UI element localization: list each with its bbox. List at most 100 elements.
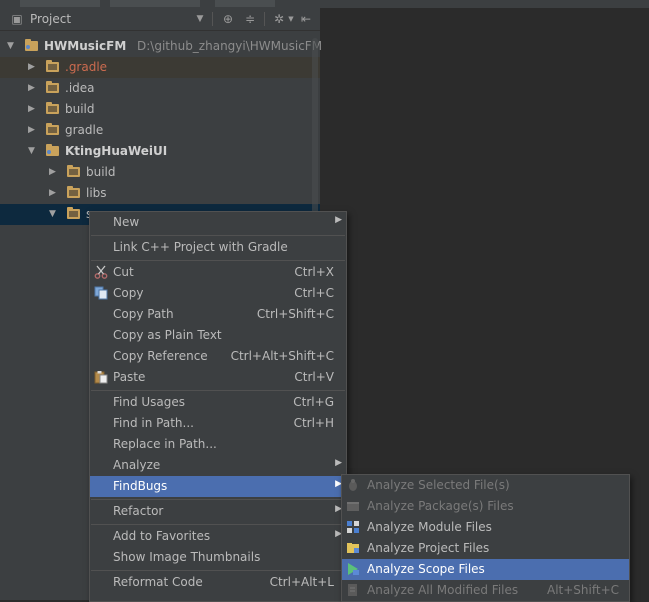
menu-item-shortcut: Ctrl+Alt+Shift+C xyxy=(230,349,334,363)
menu-item-replace-in-path[interactable]: Replace in Path... xyxy=(90,434,346,455)
menu-item-label: Analyze Selected File(s) xyxy=(367,478,510,492)
copy-icon xyxy=(94,286,108,300)
menu-item-copy-path[interactable]: Copy Path Ctrl+Shift+C xyxy=(90,304,346,325)
menu-separator xyxy=(91,390,345,391)
menu-item-label: Copy Reference xyxy=(113,349,208,363)
menu-separator xyxy=(91,524,345,525)
tree-node-idea[interactable]: ▶ .idea xyxy=(0,78,320,99)
menu-item-label: Refactor xyxy=(113,504,164,518)
collapse-all-icon[interactable]: ≑ xyxy=(243,12,257,26)
menu-item-label: Analyze xyxy=(113,458,161,472)
menu-item-cut[interactable]: Cut Ctrl+X xyxy=(90,262,346,283)
expand-arrow-closed-icon[interactable]: ▶ xyxy=(49,186,59,200)
menu-item-copy-reference[interactable]: Copy Reference Ctrl+Alt+Shift+C xyxy=(90,346,346,367)
menu-item-shortcut: Ctrl+H xyxy=(293,416,334,430)
menu-item-analyze-module-files[interactable]: Analyze Module Files xyxy=(342,517,629,538)
menu-item-label: Find in Path... xyxy=(113,416,194,430)
expand-arrow-closed-icon[interactable]: ▶ xyxy=(28,123,38,137)
menu-item-label: Reformat Code xyxy=(113,575,203,589)
menu-item-label: New xyxy=(113,215,140,229)
expand-arrow-closed-icon[interactable]: ▶ xyxy=(28,60,38,74)
expand-arrow-open-icon[interactable]: ▼ xyxy=(28,144,38,158)
menu-separator xyxy=(91,570,345,571)
menu-item-label: Add to Favorites xyxy=(113,529,211,543)
menu-separator xyxy=(91,499,345,500)
tree-node-gradle[interactable]: ▶ .gradle xyxy=(0,57,320,78)
menu-item-refactor[interactable]: Refactor ▶ xyxy=(90,501,346,522)
expand-arrow-open-icon[interactable]: ▼ xyxy=(49,207,59,221)
menu-item-new[interactable]: New ▶ xyxy=(90,212,346,233)
menu-item-copy[interactable]: Copy Ctrl+C xyxy=(90,283,346,304)
folder-icon xyxy=(46,102,59,114)
folder-icon xyxy=(67,186,80,198)
chevron-down-icon[interactable]: ▼ xyxy=(193,12,207,26)
gear-dropdown-icon[interactable]: ▼ xyxy=(284,12,298,26)
menu-item-reformat-code[interactable]: Reformat Code Ctrl+Alt+L xyxy=(90,572,346,593)
tree-node-label: build xyxy=(65,102,95,116)
menu-item-findbugs[interactable]: FindBugs ▶ xyxy=(90,476,346,497)
menu-item-copy-as-plain-text[interactable]: Copy as Plain Text xyxy=(90,325,346,346)
tree-node-label: KtingHuaWeiUI xyxy=(65,144,168,158)
menu-item-find-in-path[interactable]: Find in Path... Ctrl+H xyxy=(90,413,346,434)
expand-arrow-closed-icon[interactable]: ▶ xyxy=(49,165,59,179)
menu-item-label: Show Image Thumbnails xyxy=(113,550,261,564)
menu-item-label: Copy Path xyxy=(113,307,174,321)
menu-item-add-to-favorites[interactable]: Add to Favorites ▶ xyxy=(90,526,346,547)
menu-item-label: Copy as Plain Text xyxy=(113,328,222,342)
expand-arrow-closed-icon[interactable]: ▶ xyxy=(28,81,38,95)
scroll-from-source-icon[interactable]: ⊕ xyxy=(221,12,235,26)
paste-icon xyxy=(94,370,108,384)
menu-item-label: Link C++ Project with Gradle xyxy=(113,240,288,254)
menu-item-label: Analyze Scope Files xyxy=(367,562,485,576)
menu-item-analyze[interactable]: Analyze ▶ xyxy=(90,455,346,476)
menu-item-show-image-thumbnails[interactable]: Show Image Thumbnails xyxy=(90,547,346,568)
module-grid-icon xyxy=(346,520,360,534)
menu-item-label: Replace in Path... xyxy=(113,437,217,451)
menu-item-label: Paste xyxy=(113,370,146,384)
menu-item-find-usages[interactable]: Find Usages Ctrl+G xyxy=(90,392,346,413)
tree-node-label: .idea xyxy=(65,81,95,95)
tree-node-label: .gradle xyxy=(65,60,108,74)
tree-node-label: libs xyxy=(86,186,107,200)
menu-item-analyze-scope-files[interactable]: Analyze Scope Files xyxy=(342,559,629,580)
menu-item-paste[interactable]: Paste Ctrl+V xyxy=(90,367,346,388)
tree-node-gradle[interactable]: ▶ gradle xyxy=(0,120,320,141)
findbugs-submenu: Analyze Selected File(s) Analyze Package(… xyxy=(341,474,630,602)
project-panel-header: ▣ Project ▼ ⊕ ≑ ✲ ▼ ⇤ xyxy=(0,8,320,31)
menu-separator xyxy=(91,235,345,236)
folder-icon xyxy=(46,123,59,135)
menu-item-link-c-project-with-gradle[interactable]: Link C++ Project with Gradle xyxy=(90,237,346,258)
hide-panel-icon[interactable]: ⇤ xyxy=(299,12,313,26)
package-gray-icon xyxy=(346,499,360,513)
menu-item-label: FindBugs xyxy=(113,479,168,493)
project-folder-icon xyxy=(346,541,360,555)
menu-item-label: Copy xyxy=(113,286,144,300)
bug-gray-icon xyxy=(346,478,360,492)
tree-node-build[interactable]: ▶ build xyxy=(0,162,320,183)
menu-item-label: Analyze All Modified Files xyxy=(367,583,519,597)
editor-tab[interactable] xyxy=(20,0,100,7)
menu-item-shortcut: Ctrl+X xyxy=(294,265,334,279)
tree-node-libs[interactable]: ▶ libs xyxy=(0,183,320,204)
editor-tab[interactable] xyxy=(215,0,275,7)
scissors-icon xyxy=(94,265,108,279)
menu-item-analyze-all-modified-files: Analyze All Modified Files Alt+Shift+C xyxy=(342,580,629,601)
menu-item-shortcut: Ctrl+Alt+L xyxy=(269,575,334,589)
modified-gray-icon xyxy=(346,583,360,597)
tree-node-ktinghuaweiui[interactable]: ▼ KtingHuaWeiUI xyxy=(0,141,320,162)
menu-item-label: Find Usages xyxy=(113,395,186,409)
menu-item-analyze-package-s-files: Analyze Package(s) Files xyxy=(342,496,629,517)
expand-arrow-open-icon[interactable]: ▼ xyxy=(7,39,17,53)
menu-item-label: Analyze Package(s) Files xyxy=(367,499,514,513)
scope-icon xyxy=(346,562,360,576)
menu-separator xyxy=(91,260,345,261)
editor-tab[interactable] xyxy=(110,0,200,7)
menu-item-label: Analyze Project Files xyxy=(367,541,490,555)
expand-arrow-closed-icon[interactable]: ▶ xyxy=(28,102,38,116)
tree-node-hwmusicfm[interactable]: ▼ HWMusicFM D:\github_zhangyi\HWMusicFM xyxy=(0,36,322,57)
module-folder-icon xyxy=(46,144,59,156)
project-view-selector[interactable]: Project xyxy=(30,12,71,26)
tree-node-build[interactable]: ▶ build xyxy=(0,99,320,120)
tree-node-label: HWMusicFM xyxy=(44,39,127,53)
menu-item-analyze-project-files[interactable]: Analyze Project Files xyxy=(342,538,629,559)
